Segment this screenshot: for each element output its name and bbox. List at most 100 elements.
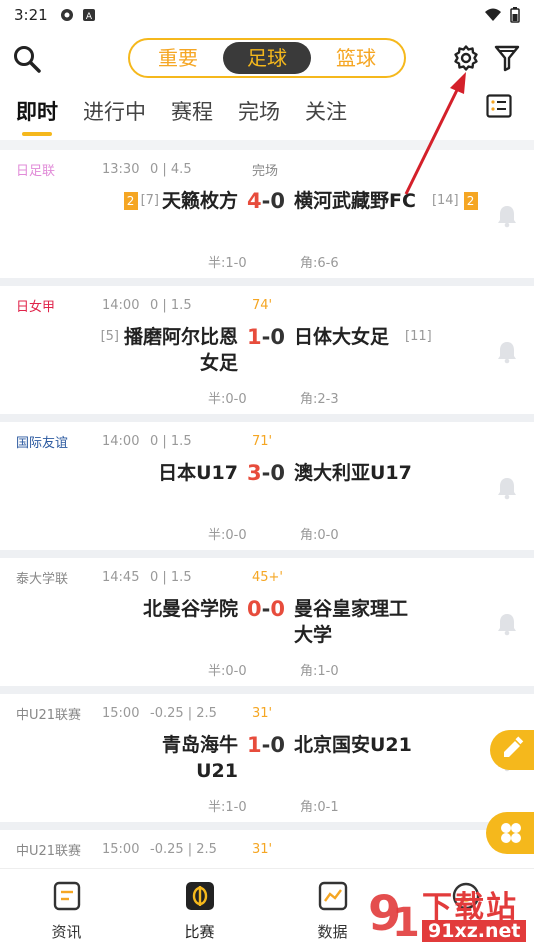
tab-finished[interactable]: 完场 (238, 88, 280, 126)
kickoff-time: 15:00 (102, 841, 140, 857)
home-team-name: 青岛海牛U21 (161, 734, 238, 782)
handicap: 0 | 4.5 (150, 161, 192, 177)
battery-icon (510, 7, 520, 23)
match-sub-info: 半:1-0 角:0-1 (0, 788, 534, 822)
handicap: 0 | 1.5 (150, 433, 192, 449)
home-team: [5] 播磨阿尔比恩女足 (0, 324, 238, 376)
edit-float-button[interactable] (490, 730, 534, 770)
pencil-icon (504, 736, 524, 757)
league-name: 泰大学联 (16, 571, 69, 587)
nav-match[interactable]: 比赛 (133, 869, 266, 950)
away-team-name: 横河武藏野FC (294, 190, 416, 212)
away-score: 0 (270, 189, 285, 213)
divider (0, 140, 534, 150)
away-team: 横河武藏野FC [14] 2 (294, 188, 504, 214)
match-sub-info: 半:0-0 角:2-3 (0, 380, 534, 414)
sport-switcher: 重要 足球 篮球 (128, 38, 406, 78)
watermark-site: 91xz.net (422, 920, 527, 942)
match-status: 45+' (252, 569, 284, 585)
handicap: 0 | 1.5 (150, 569, 192, 585)
away-rank: [11] (405, 329, 432, 344)
tab-schedule[interactable]: 赛程 (171, 88, 213, 126)
home-team: 日本U17 (0, 460, 238, 486)
score: 0-0 (247, 597, 285, 621)
match-sub-info: 半:0-0 角:0-0 (0, 516, 534, 550)
home-card-badge: 2 (123, 192, 138, 210)
league-name: 中U21联赛 (16, 707, 82, 723)
filter-icon[interactable] (494, 44, 520, 72)
status-time: 3:21 (14, 6, 48, 24)
ball-status-icon (60, 9, 73, 21)
teams-row: [5] 播磨阿尔比恩女足 1-0 日体大女足 [11] (0, 324, 534, 380)
match-meta: 泰大学联 14:45 0 | 1.5 45+' (0, 558, 534, 596)
tab-follow[interactable]: 关注 (305, 88, 347, 126)
segment-football[interactable]: 足球 (223, 42, 311, 74)
segment-basketball[interactable]: 篮球 (312, 42, 400, 74)
match-meta: 国际友谊 14:00 0 | 1.5 71' (0, 422, 534, 460)
calendar-icon[interactable] (486, 94, 512, 118)
top-bar: 重要 足球 篮球 (0, 30, 534, 88)
nav-news[interactable]: 资讯 (0, 869, 133, 950)
home-team: 青岛海牛U21 (0, 732, 238, 784)
home-rank: [7] (140, 193, 159, 208)
away-team-name: 曼谷皇家理工大学 (294, 598, 409, 646)
home-score: 1 (247, 325, 262, 349)
kickoff-time: 14:00 (102, 297, 140, 313)
away-team: 澳大利亚U17 (294, 460, 504, 486)
kickoff-time: 14:00 (102, 433, 140, 449)
score: 3-0 (247, 461, 285, 485)
bell-icon[interactable] (496, 204, 518, 228)
match-tabs: 即时 进行中 赛程 完场 关注 (0, 88, 534, 140)
kickoff-time: 15:00 (102, 705, 140, 721)
news-icon (53, 881, 80, 911)
half-score: 半:0-0 (208, 663, 247, 679)
half-score: 半:1-0 (208, 799, 247, 815)
away-team-name: 澳大利亚U17 (294, 462, 412, 484)
away-team: 曼谷皇家理工大学 (294, 596, 504, 648)
away-team: 北京国安U21 (294, 732, 504, 758)
kickoff-time: 14:45 (102, 569, 140, 585)
watermark-logo-icon: 91 (368, 886, 420, 946)
svg-text:1: 1 (392, 900, 420, 946)
teams-row: 日本U17 3-0 澳大利亚U17 (0, 460, 534, 516)
segment-important[interactable]: 重要 (134, 42, 222, 74)
clover-icon (501, 823, 521, 843)
match-card[interactable]: 国际友谊 14:00 0 | 1.5 71' 日本U17 3-0 澳大利亚U17 (0, 422, 534, 558)
match-status: 完场 (252, 163, 279, 179)
away-score: 0 (270, 461, 285, 485)
bell-icon[interactable] (496, 612, 518, 636)
match-card[interactable]: 日足联 13:30 0 | 4.5 完场 2 [7] 天籁枚方 4-0 横河武藏… (0, 150, 534, 286)
match-status: 71' (252, 433, 273, 449)
match-status: 74' (252, 297, 273, 313)
corner-score: 角:0-1 (300, 799, 339, 815)
league-name: 中U21联赛 (16, 843, 82, 859)
half-score: 半:0-0 (208, 391, 247, 407)
home-score: 1 (247, 733, 262, 757)
score: 1-0 (247, 325, 285, 349)
score: 1-0 (247, 733, 285, 757)
teams-row: 2 [7] 天籁枚方 4-0 横河武藏野FC [14] 2 (0, 188, 534, 244)
match-card[interactable]: 泰大学联 14:45 0 | 1.5 45+' 北曼谷学院 0-0 曼谷皇家理工… (0, 558, 534, 694)
bell-icon[interactable] (496, 340, 518, 364)
tab-instant[interactable]: 即时 (16, 88, 58, 136)
teams-row: 青岛海牛U21 1-0 北京国安U21 (0, 732, 534, 788)
match-card[interactable]: 中U21联赛 15:00 -0.25 | 2.5 31' 青岛海牛U21 1-0… (0, 694, 534, 830)
corner-score: 角:2-3 (300, 391, 339, 407)
home-team: 北曼谷学院 (0, 596, 238, 622)
away-score: 0 (270, 325, 285, 349)
home-team-name: 北曼谷学院 (142, 598, 238, 620)
bell-icon[interactable] (496, 476, 518, 500)
search-icon[interactable] (12, 44, 42, 74)
menu-float-button[interactable] (486, 812, 534, 854)
home-rank: [5] (100, 329, 119, 344)
home-score: 4 (247, 189, 262, 213)
svg-text:A: A (86, 12, 93, 22)
handicap: -0.25 | 2.5 (150, 841, 217, 857)
gear-icon[interactable] (452, 44, 480, 72)
tab-in-progress[interactable]: 进行中 (83, 88, 146, 126)
match-card[interactable]: 日女甲 14:00 0 | 1.5 74' [5] 播磨阿尔比恩女足 1-0 日… (0, 286, 534, 422)
match-status: 31' (252, 705, 273, 721)
half-score: 半:0-0 (208, 527, 247, 543)
away-team-name: 北京国安U21 (294, 734, 412, 756)
handicap: 0 | 1.5 (150, 297, 192, 313)
